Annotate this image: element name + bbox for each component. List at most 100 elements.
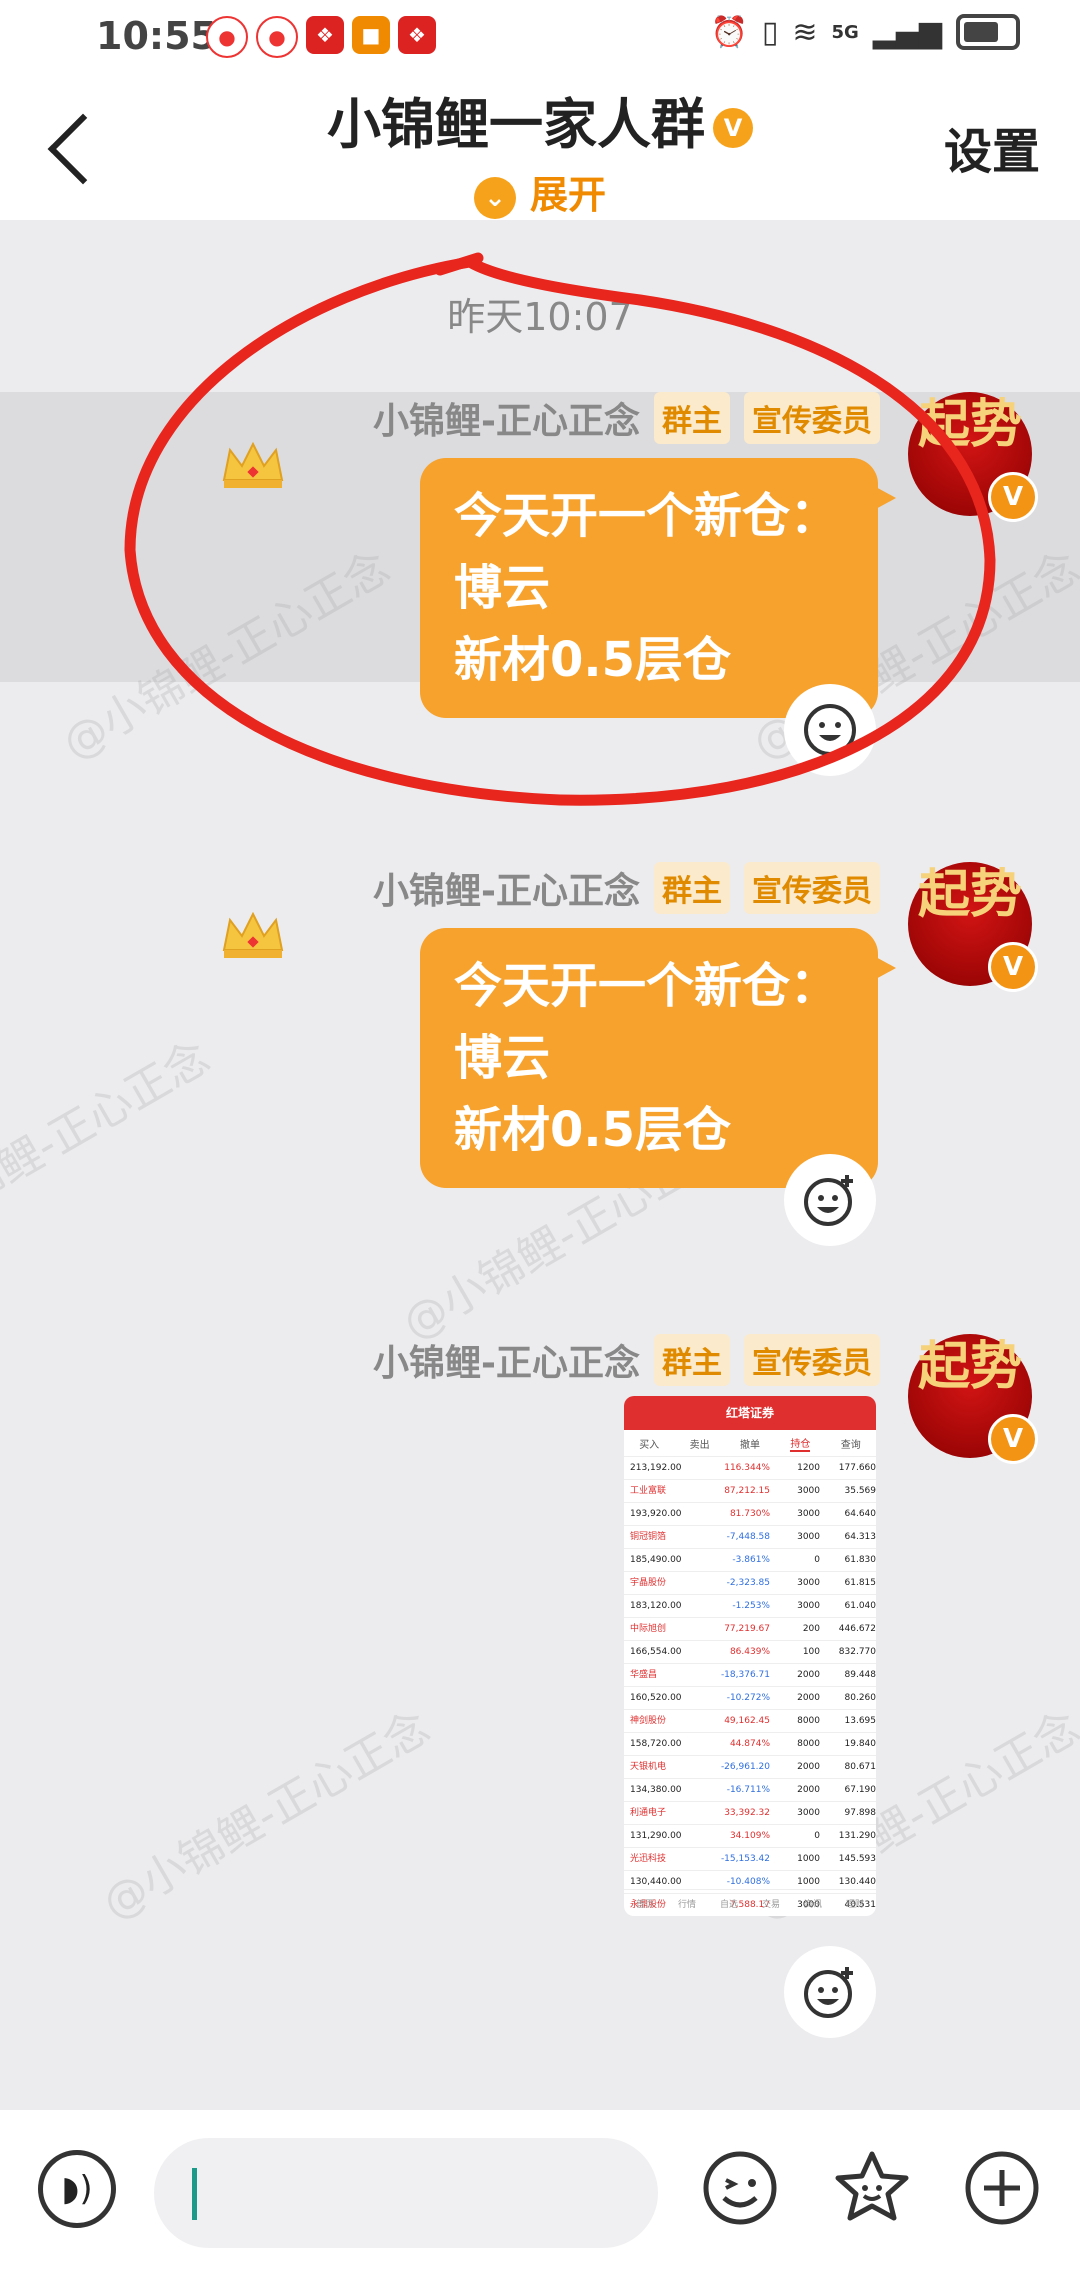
sender-name: 小锦鲤-正心正念	[373, 401, 640, 442]
add-reaction-icon[interactable]	[784, 1154, 876, 1246]
avatar-text: 起势	[917, 394, 1022, 455]
shot-cell: 89.448	[844, 1670, 877, 1680]
add-reaction-icon[interactable]	[784, 1946, 876, 2038]
shot-cell: 158,720.00	[630, 1739, 682, 1749]
shot-cell: 130,440.00	[630, 1877, 682, 1887]
input-bar: ◗)	[0, 2110, 1080, 2280]
shot-row: 铜冠铜箔 -7,448.58 3000 64.313	[624, 1526, 876, 1549]
shot-cell: 13.695	[844, 1716, 877, 1726]
expand-button[interactable]: ⌄ 展开	[0, 164, 1080, 219]
voice-input-icon[interactable]: ◗)	[38, 2150, 116, 2228]
group-title: 小锦鲤一家人群 V	[0, 80, 1080, 159]
shot-cell: -7,448.58	[726, 1532, 770, 1542]
add-icon[interactable]	[960, 2146, 1044, 2230]
role-tag: 宣传委员	[744, 862, 880, 914]
shot-footer-item: 理财	[845, 1899, 864, 1910]
shot-footer: 首页 行情 自选 交易 资讯 理财	[624, 1889, 876, 1916]
shot-cell: 宇晶股份	[630, 1578, 667, 1588]
signal-icon: ▂▄▆	[872, 14, 942, 50]
message-bubble[interactable]: 今天开一个新仓：博云 新材0.5层仓	[420, 458, 896, 718]
shot-cell: 64.313	[844, 1532, 877, 1542]
shot-cell: 64.640	[844, 1509, 877, 1519]
sender-name: 小锦鲤-正心正念	[373, 1343, 640, 1384]
avatar[interactable]: 起势 V	[908, 862, 1038, 992]
shot-cell: 200	[802, 1624, 820, 1634]
expand-label: 展开	[529, 173, 606, 217]
shot-cell: 34.109%	[729, 1831, 770, 1841]
shot-row: 天银机电 -26,961.20 2000 80.671	[624, 1756, 876, 1779]
message-sender: 小锦鲤-正心正念 群主 宣传委员	[373, 392, 880, 444]
shot-footer-item: 交易	[761, 1899, 780, 1910]
shot-cell: 1000	[797, 1877, 820, 1887]
shot-cell: 神剑股份	[630, 1716, 667, 1726]
shot-cell: 8000	[797, 1739, 820, 1749]
shot-cell: 166,554.00	[630, 1647, 682, 1657]
shot-cell: 0	[814, 1831, 820, 1841]
settings-button[interactable]: 设置	[944, 112, 1040, 182]
watermark: @小锦鲤-正心正念	[0, 1031, 219, 1260]
shot-row: 166,554.00 86.439% 100 832.770	[624, 1641, 876, 1664]
verified-badge-icon: V	[988, 1414, 1038, 1464]
role-tag: 宣传委员	[744, 1334, 880, 1386]
shot-cell: 160,520.00	[630, 1693, 682, 1703]
shot-cell: 130.440	[838, 1877, 876, 1887]
shot-row: 158,720.00 44.874% 8000 19.840	[624, 1733, 876, 1756]
shot-tab: 撤单	[739, 1439, 760, 1451]
shot-cell: -18,376.71	[720, 1670, 770, 1680]
shot-row: 131,290.00 34.109% 0 131.290	[624, 1825, 876, 1848]
shot-cell: 2000	[797, 1693, 820, 1703]
shot-footer-item: 资讯	[803, 1899, 822, 1910]
shot-cell: -1.253%	[732, 1601, 770, 1611]
message-bubble[interactable]: 今天开一个新仓：博云 新材0.5层仓	[420, 928, 896, 1188]
app-notification-icon: ■	[352, 16, 390, 54]
shot-cell: 利通电子	[630, 1808, 667, 1818]
shot-cell: -10.272%	[726, 1693, 770, 1703]
shot-tab: 查询	[840, 1439, 861, 1451]
shot-cell: 116.344%	[724, 1463, 770, 1473]
chevron-down-icon: ⌄	[473, 176, 516, 219]
shot-cell: 3000	[797, 1509, 820, 1519]
shot-footer-item: 首页	[635, 1899, 654, 1910]
shot-row: 宇晶股份 -2,323.85 3000 61.815	[624, 1572, 876, 1595]
system-icons: ⏰ ▯ ≋ 5G ▂▄▆	[710, 14, 1020, 50]
shot-cell: 工业富联	[630, 1486, 667, 1496]
shot-cell: 145.593	[838, 1854, 876, 1864]
shot-row: 134,380.00 -16.711% 2000 67.190	[624, 1779, 876, 1802]
shot-cell: 87,212.15	[724, 1486, 770, 1496]
wifi-icon: ≋	[792, 14, 818, 50]
shot-cell: 80.671	[844, 1762, 877, 1772]
shot-tab: 持仓	[790, 1435, 811, 1452]
watermark: @小锦鲤-正心正念	[94, 1701, 439, 1930]
notification-icons: ● ● ❖ ■ ❖	[206, 16, 436, 58]
weibo-icon: ●	[206, 16, 248, 58]
shot-cell: 1000	[797, 1854, 820, 1864]
shot-cell: 3000	[797, 1486, 820, 1496]
shot-cell: 81.730%	[729, 1509, 770, 1519]
shot-title: 红塔证券	[624, 1396, 876, 1430]
shot-cell: 0	[814, 1555, 820, 1565]
chat-header: 小锦鲤一家人群 V ⌄ 展开 设置	[0, 72, 1080, 220]
shot-tab: 买入	[639, 1439, 660, 1451]
shot-cell: 铜冠铜箔	[630, 1532, 667, 1542]
image-message[interactable]: 红塔证券 买入 卖出 撤单 持仓 查询 213,192.00 116.344% 12…	[624, 1396, 876, 1916]
chat-timestamp: 昨天10:07	[447, 295, 633, 339]
text-cursor	[192, 2168, 197, 2220]
emoji-icon[interactable]	[698, 2146, 782, 2230]
shot-cell: -16.711%	[726, 1785, 770, 1795]
shot-cell: 77,219.67	[724, 1624, 770, 1634]
shot-cell: 86.439%	[729, 1647, 770, 1657]
shot-cell: 3000	[797, 1532, 820, 1542]
shot-row: 193,920.00 81.730% 3000 64.640	[624, 1503, 876, 1526]
verified-badge-icon: V	[988, 942, 1038, 992]
reaction-icon[interactable]	[784, 684, 876, 776]
shot-cell: 2000	[797, 1785, 820, 1795]
shot-cell: 185,490.00	[630, 1555, 682, 1565]
message-input[interactable]	[154, 2138, 658, 2248]
shot-tab: 卖出	[689, 1439, 710, 1451]
shot-row: 华盛昌 -18,376.71 2000 89.448	[624, 1664, 876, 1687]
shot-cell: 19.840	[844, 1739, 877, 1749]
avatar[interactable]: 起势 V	[908, 1334, 1038, 1464]
sticker-icon[interactable]	[830, 2146, 914, 2230]
avatar[interactable]: 起势 V	[908, 392, 1038, 522]
shot-cell: -3.861%	[732, 1555, 770, 1565]
